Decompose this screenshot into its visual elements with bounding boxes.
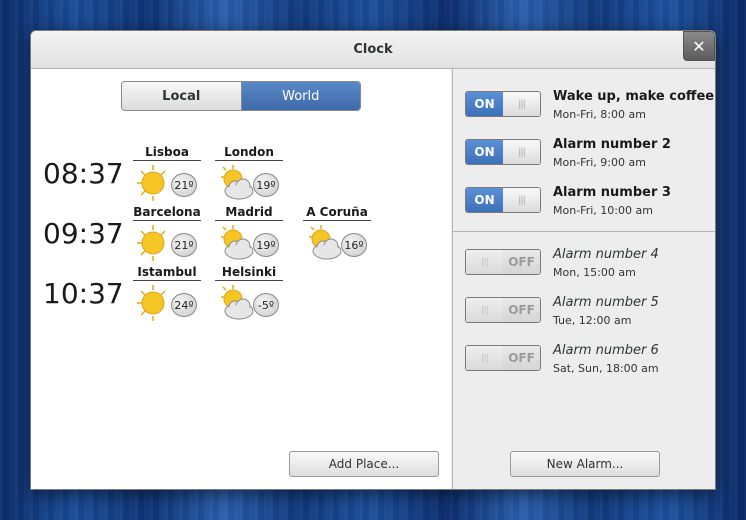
toggle-state-label: ON — [466, 140, 503, 164]
sunny-icon: 21º — [137, 163, 197, 203]
world-clocks-pane: Local World 08:37 Lisboa 21º London 19º … — [31, 69, 451, 489]
clock-row: 10:37 Istambul 24º Helsinki -5º — [43, 265, 443, 325]
alarm-toggle[interactable]: ON ||| — [465, 91, 541, 117]
partly-cloudy-icon: 19º — [219, 223, 279, 263]
alarm-toggle[interactable]: ||| OFF — [465, 297, 541, 323]
place-name: Madrid — [215, 205, 283, 221]
toggle-state-label: OFF — [503, 298, 540, 322]
toggle-knob-icon: ||| — [503, 140, 540, 164]
place-name: Barcelona — [133, 205, 201, 221]
toggle-knob-icon: ||| — [466, 298, 503, 322]
alarm-item: ||| OFF Alarm number 4 Mon, 15:00 am — [465, 245, 715, 285]
toggle-state-label: ON — [466, 92, 503, 116]
place-name: Helsinki — [215, 265, 283, 281]
alarm-item: ||| OFF Alarm number 6 Sat, Sun, 18:00 a… — [465, 341, 715, 381]
clock-window: Clock ✕ Local World 08:37 Lisboa 21º Lon… — [30, 30, 716, 490]
place-madrid[interactable]: Madrid 19º — [215, 205, 287, 265]
temperature-badge: 21º — [171, 173, 197, 197]
alarms-pane: ON ||| Wake up, make coffee Mon-Fri, 8:0… — [452, 69, 715, 489]
alarm-name[interactable]: Wake up, make coffee — [553, 89, 714, 104]
place-istambul[interactable]: Istambul 24º — [133, 265, 205, 325]
place-name: London — [215, 145, 283, 161]
alarm-toggle[interactable]: ||| OFF — [465, 249, 541, 275]
new-alarm-button[interactable]: New Alarm... — [510, 451, 660, 477]
alarm-toggle[interactable]: ON ||| — [465, 187, 541, 213]
place-lisboa[interactable]: Lisboa 21º — [133, 145, 205, 205]
clock-time: 09:37 — [43, 217, 124, 250]
alarm-name[interactable]: Alarm number 3 — [553, 185, 671, 200]
toggle-state-label: ON — [466, 188, 503, 212]
partly-cloudy-icon: 19º — [219, 163, 279, 203]
temperature-badge: 24º — [171, 293, 197, 317]
place-barcelona[interactable]: Barcelona 21º — [133, 205, 205, 265]
clock-time: 08:37 — [43, 157, 124, 190]
toggle-state-label: OFF — [503, 346, 540, 370]
temperature-badge: -5º — [253, 293, 279, 317]
alarm-toggle[interactable]: ON ||| — [465, 139, 541, 165]
alarm-schedule: Sat, Sun, 18:00 am — [553, 362, 659, 375]
partly-cloudy-icon: -5º — [219, 283, 279, 323]
mode-switcher: Local World — [121, 81, 361, 111]
toggle-knob-icon: ||| — [503, 92, 540, 116]
tab-local[interactable]: Local — [122, 82, 242, 110]
temperature-badge: 19º — [253, 233, 279, 257]
alarm-toggle[interactable]: ||| OFF — [465, 345, 541, 371]
clock-time: 10:37 — [43, 277, 124, 310]
alarm-name[interactable]: Alarm number 6 — [553, 343, 659, 358]
alarm-item: ON ||| Alarm number 2 Mon-Fri, 9:00 am — [465, 135, 715, 175]
sunny-icon: 21º — [137, 223, 197, 263]
place-helsinki[interactable]: Helsinki -5º — [215, 265, 287, 325]
toggle-knob-icon: ||| — [466, 346, 503, 370]
place-name: Istambul — [133, 265, 201, 281]
place-london[interactable]: London 19º — [215, 145, 287, 205]
clock-row: 09:37 Barcelona 21º Madrid 19º A Coruña … — [43, 205, 443, 265]
alarm-schedule: Tue, 12:00 am — [553, 314, 632, 327]
toggle-state-label: OFF — [503, 250, 540, 274]
divider — [453, 231, 715, 232]
window-title: Clock — [353, 42, 393, 57]
add-place-button[interactable]: Add Place... — [289, 451, 439, 477]
alarm-name[interactable]: Alarm number 2 — [553, 137, 671, 152]
partly-cloudy-icon: 16º — [307, 223, 367, 263]
alarm-item: ON ||| Alarm number 3 Mon-Fri, 10:00 am — [465, 183, 715, 223]
clock-row: 08:37 Lisboa 21º London 19º — [43, 145, 443, 205]
alarm-name[interactable]: Alarm number 5 — [553, 295, 659, 310]
alarm-name[interactable]: Alarm number 4 — [553, 247, 659, 262]
place-name: A Coruña — [303, 205, 371, 221]
temperature-badge: 16º — [341, 233, 367, 257]
titlebar: Clock ✕ — [31, 31, 715, 69]
alarm-item: ON ||| Wake up, make coffee Mon-Fri, 8:0… — [465, 87, 715, 127]
alarm-schedule: Mon-Fri, 10:00 am — [553, 204, 653, 217]
alarm-item: ||| OFF Alarm number 5 Tue, 12:00 am — [465, 293, 715, 333]
temperature-badge: 21º — [171, 233, 197, 257]
alarm-schedule: Mon, 15:00 am — [553, 266, 636, 279]
close-icon[interactable]: ✕ — [683, 31, 715, 61]
alarm-schedule: Mon-Fri, 9:00 am — [553, 156, 646, 169]
toggle-knob-icon: ||| — [503, 188, 540, 212]
sunny-icon: 24º — [137, 283, 197, 323]
place-a-coruna[interactable]: A Coruña 16º — [303, 205, 375, 265]
tab-world[interactable]: World — [241, 82, 360, 110]
place-name: Lisboa — [133, 145, 201, 161]
toggle-knob-icon: ||| — [466, 250, 503, 274]
alarm-schedule: Mon-Fri, 8:00 am — [553, 108, 646, 121]
temperature-badge: 19º — [253, 173, 279, 197]
